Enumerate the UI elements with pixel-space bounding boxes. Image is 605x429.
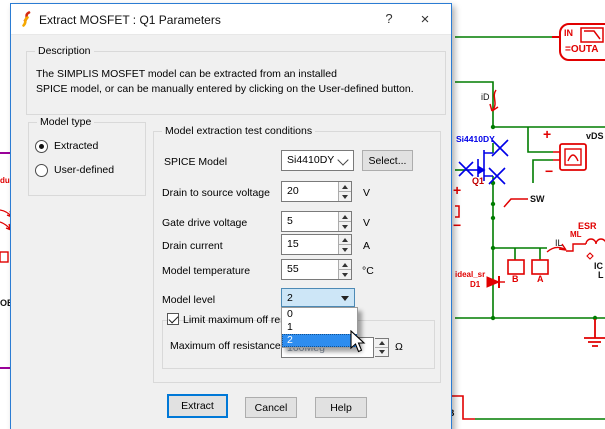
- l-label: L: [598, 270, 604, 280]
- spice-model-value: Si4410DY: [287, 154, 335, 166]
- d1-diode-icon: [486, 276, 505, 288]
- cancel-button[interactable]: Cancel: [245, 397, 297, 418]
- radio-extracted-circle[interactable]: [35, 140, 48, 153]
- drain-current-spinbox[interactable]: 15: [281, 234, 352, 255]
- spice-model-label: SPICE Model: [164, 156, 228, 168]
- spin-up-button[interactable]: [339, 235, 351, 245]
- drain-current-unit: A: [363, 240, 371, 252]
- vds-label: vDS: [586, 131, 604, 141]
- model-temperature-value[interactable]: 55: [287, 263, 299, 275]
- radio-extracted-label: Extracted: [54, 140, 99, 153]
- select-button[interactable]: Select...: [362, 150, 413, 171]
- drain-source-voltage-spinbox[interactable]: 20: [281, 181, 352, 202]
- model-level-label: Model level: [162, 294, 216, 306]
- radio-user-defined[interactable]: User-defined: [35, 164, 114, 177]
- dropdown-option-1[interactable]: 1: [282, 321, 357, 334]
- drain-current-label: Drain current: [162, 240, 223, 252]
- help-icon[interactable]: ?: [379, 11, 399, 29]
- help-button[interactable]: Help: [315, 397, 367, 418]
- model-type-group-label: Model type: [37, 116, 95, 128]
- spice-model-combo[interactable]: Si4410DY: [281, 150, 354, 171]
- vgs-source-partial: [455, 205, 460, 218]
- gate-drive-voltage-unit: V: [363, 217, 371, 229]
- spin-down-button[interactable]: [339, 192, 351, 201]
- conditions-group-label: Model extraction test conditions: [162, 125, 316, 137]
- simplis-flame-icon: [22, 11, 31, 27]
- model-level-value: 2: [287, 292, 293, 304]
- il-label: IL: [555, 238, 563, 248]
- vds-probe-icon: [553, 143, 587, 171]
- drain-source-voltage-value[interactable]: 20: [287, 185, 299, 197]
- limit-checkbox[interactable]: [167, 313, 179, 325]
- max-off-resistance-label: Maximum off resistance: [170, 340, 281, 352]
- drain-source-voltage-unit: V: [363, 187, 371, 199]
- model-temperature-spinbox[interactable]: 55: [281, 259, 352, 280]
- port-a-label: A: [537, 274, 544, 284]
- port-a-box: [531, 259, 549, 275]
- model-temperature-label: Model temperature: [162, 265, 251, 277]
- description-line1: The SIMPLIS MOSFET model can be extracte…: [36, 68, 337, 80]
- model-level-combo[interactable]: 2: [281, 288, 355, 307]
- spin-down-button[interactable]: [375, 348, 388, 356]
- out-block-in-label: IN: [564, 28, 573, 38]
- max-off-resistance-spinner[interactable]: [375, 338, 389, 357]
- drain-source-voltage-label: Drain to source voltage: [162, 187, 270, 199]
- mosfet-ref-label: Q1: [472, 176, 485, 186]
- max-off-resistance-unit: Ω: [395, 341, 403, 353]
- model-type-group: Model type: [28, 116, 146, 196]
- extract-mosfet-dialog: Extract MOSFET : Q1 Parameters ? × Descr…: [10, 3, 452, 429]
- mouse-cursor: [350, 330, 366, 353]
- id-probe-label: iD: [481, 92, 490, 102]
- vgs-minus-label: −: [453, 217, 462, 233]
- gate-drive-voltage-spinbox[interactable]: 5: [281, 211, 352, 232]
- vds-plus-label: +: [543, 126, 552, 142]
- radio-extracted[interactable]: Extracted: [35, 140, 98, 153]
- close-icon[interactable]: ×: [415, 11, 435, 29]
- spin-up-button[interactable]: [339, 260, 351, 270]
- gate-drive-voltage-value[interactable]: 5: [287, 215, 293, 227]
- ml-label: ML: [570, 230, 582, 239]
- ideal-sr-label: ideal_sr: [455, 270, 486, 279]
- dialog-title: Extract MOSFET : Q1 Parameters: [39, 13, 221, 27]
- port-b-label: B: [512, 274, 519, 284]
- sw-wire-stub: [503, 198, 528, 208]
- dropdown-option-2[interactable]: 2: [282, 334, 357, 347]
- spin-down-button[interactable]: [339, 245, 351, 254]
- id-current-arrow-icon: [489, 89, 499, 112]
- spin-down-button[interactable]: [339, 222, 351, 231]
- drain-current-value[interactable]: 15: [287, 238, 299, 250]
- ground-icon: [584, 319, 605, 347]
- description-group-label: Description: [35, 45, 94, 57]
- spin-up-button[interactable]: [375, 339, 388, 348]
- description-line2: SPICE model, or can be manually entered …: [36, 83, 414, 95]
- spin-up-button[interactable]: [339, 182, 351, 192]
- screen: IN =OUTA iD Si4410DY Q1 vDS + − + − SW E…: [0, 0, 605, 429]
- extract-button[interactable]: Extract: [167, 394, 228, 418]
- model-temperature-unit: °C: [362, 265, 374, 277]
- out-block-name-label: =OUTA: [565, 44, 599, 55]
- dropdown-option-0[interactable]: 0: [282, 308, 357, 321]
- gate-drive-voltage-label: Gate drive voltage: [162, 217, 248, 229]
- model-level-dropdown-list: 0 1 2: [281, 307, 358, 348]
- radio-user-defined-circle[interactable]: [35, 164, 48, 177]
- chevron-down-icon[interactable]: [337, 154, 349, 166]
- spin-down-button[interactable]: [339, 270, 351, 279]
- spin-up-button[interactable]: [339, 212, 351, 222]
- vds-minus-label: −: [545, 163, 554, 179]
- sw-label: SW: [530, 194, 545, 204]
- port-b-box: [507, 259, 525, 275]
- vgs-plus-label: +: [453, 182, 462, 198]
- dropdown-arrow-icon[interactable]: [341, 296, 349, 301]
- mosfet-model-label: Si4410DY: [456, 134, 495, 144]
- d1-label: D1: [470, 280, 481, 289]
- dialog-titlebar[interactable]: Extract MOSFET : Q1 Parameters ? ×: [11, 4, 451, 35]
- radio-user-defined-label: User-defined: [54, 164, 115, 177]
- check-icon: [168, 313, 179, 324]
